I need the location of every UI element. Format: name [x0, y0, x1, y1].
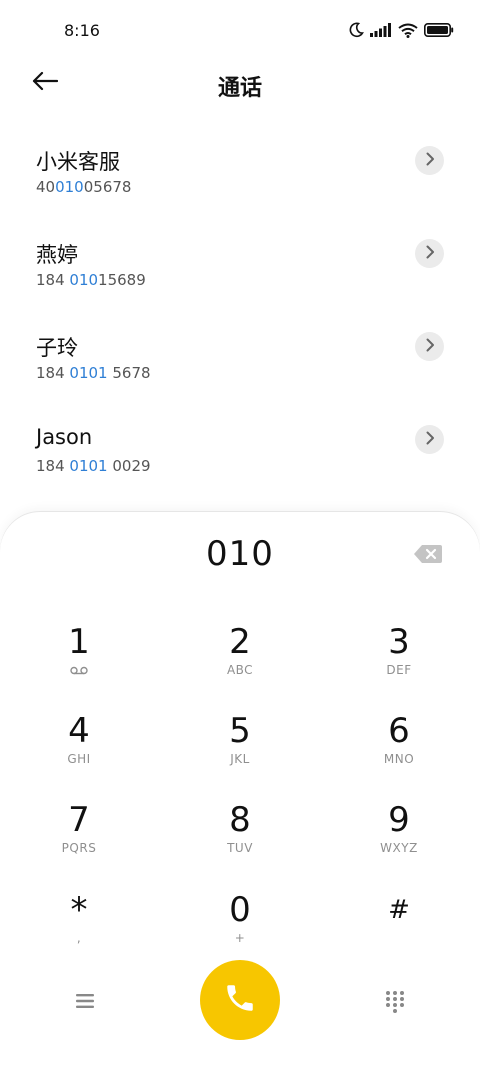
- key-5[interactable]: 5 JKL: [185, 711, 295, 791]
- status-bar: 8:16: [0, 0, 480, 62]
- number-suffix: 5678: [107, 364, 151, 382]
- page-title: 通话: [217, 76, 262, 101]
- key-letters: ,: [76, 931, 82, 945]
- chevron-right-icon: [425, 430, 435, 449]
- contact-item[interactable]: 小米客服 4001005678: [0, 130, 480, 223]
- key-digit: 3: [388, 622, 410, 662]
- key-digit: 2: [229, 622, 251, 662]
- dial-input[interactable]: 010: [0, 534, 480, 574]
- status-time: 8:16: [64, 21, 100, 40]
- key-letters: JKL: [230, 752, 250, 766]
- key-letters: [24, 662, 134, 678]
- key-8[interactable]: 8 TUV: [185, 800, 295, 880]
- number-suffix: 05678: [83, 178, 132, 196]
- key-digit: 5: [229, 711, 251, 751]
- menu-icon: [72, 994, 98, 1018]
- number-suffix: 15689: [98, 271, 146, 289]
- number-match: 0101: [69, 457, 108, 475]
- contact-list: 小米客服 4001005678 燕婷 184 01015689 子玲 184 0…: [0, 130, 480, 502]
- contact-name: 小米客服: [36, 150, 120, 174]
- call-button[interactable]: [200, 960, 280, 1040]
- number-match: 0101: [69, 364, 108, 382]
- key-letters: PQRS: [61, 841, 97, 855]
- key-letters: WXYZ: [380, 841, 418, 855]
- contact-number: 4001005678: [36, 178, 131, 196]
- contact-item[interactable]: 燕婷 184 01015689: [0, 223, 480, 316]
- key-9[interactable]: 9 WXYZ: [344, 800, 454, 880]
- key-letters: DEF: [386, 663, 412, 677]
- status-icons: [348, 22, 454, 38]
- chevron-right-icon: [425, 244, 435, 263]
- contact-number: 184 0101 5678: [36, 364, 151, 382]
- number-match: 010: [69, 271, 99, 289]
- voicemail-icon: [70, 663, 88, 677]
- backspace-button[interactable]: [413, 543, 443, 565]
- key-star[interactable]: * ,: [24, 890, 134, 970]
- contact-number: 184 0101 0029: [36, 457, 151, 475]
- contact-name: 子玲: [36, 336, 78, 360]
- key-digit: 7: [68, 800, 90, 840]
- number-match: 010: [55, 178, 84, 196]
- contact-detail-button[interactable]: [415, 425, 444, 454]
- contact-detail-button[interactable]: [415, 332, 444, 361]
- key-6[interactable]: 6 MNO: [344, 711, 454, 791]
- key-letters: +: [234, 931, 246, 945]
- signal-icon: [370, 23, 392, 37]
- contact-detail-button[interactable]: [415, 239, 444, 268]
- contact-detail-button[interactable]: [415, 146, 444, 175]
- key-2[interactable]: 2 ABC: [185, 622, 295, 702]
- moon-icon: [348, 22, 364, 38]
- phone-icon: [223, 981, 257, 1019]
- key-3[interactable]: 3 DEF: [344, 622, 454, 702]
- contact-name: Jason: [36, 425, 93, 449]
- contact-number: 184 01015689: [36, 271, 146, 289]
- key-1[interactable]: 1: [24, 622, 134, 702]
- dialer-panel: 010 1 2 ABC 3 DEF 4 GHI 5 JKL 6 MNO 7 PQ…: [0, 512, 480, 1066]
- number-prefix: 184: [36, 457, 70, 475]
- number-prefix: 184: [36, 364, 70, 382]
- key-digit: 4: [68, 711, 90, 751]
- key-digit: 6: [388, 711, 410, 751]
- menu-button[interactable]: [72, 988, 98, 1014]
- header: 通话: [0, 62, 480, 104]
- backspace-icon: [413, 545, 443, 569]
- key-digit: 9: [388, 800, 410, 840]
- key-letters: ABC: [226, 663, 254, 677]
- wifi-icon: [398, 23, 418, 38]
- contact-name: 燕婷: [36, 243, 78, 267]
- key-digit: #: [388, 895, 410, 925]
- chevron-right-icon: [425, 151, 435, 170]
- dialpad-icon: [382, 991, 408, 1018]
- number-suffix: 0029: [107, 457, 151, 475]
- key-4[interactable]: 4 GHI: [24, 711, 134, 791]
- key-letters: MNO: [383, 752, 415, 766]
- chevron-right-icon: [425, 337, 435, 356]
- number-prefix: 184: [36, 271, 70, 289]
- dialer-bottom-bar: [0, 960, 480, 1044]
- key-digit: *: [70, 890, 88, 930]
- contact-item[interactable]: 子玲 184 0101 5678: [0, 316, 480, 409]
- key-digit: 0: [229, 890, 251, 930]
- key-digit: 8: [229, 800, 251, 840]
- key-hash[interactable]: #: [344, 890, 454, 970]
- battery-icon: [424, 23, 454, 37]
- key-letters: GHI: [67, 752, 91, 766]
- key-7[interactable]: 7 PQRS: [24, 800, 134, 880]
- key-letters: TUV: [227, 841, 253, 855]
- key-0[interactable]: 0 +: [185, 890, 295, 970]
- contact-item[interactable]: Jason 184 0101 0029: [0, 409, 480, 502]
- keypad-toggle-button[interactable]: [382, 988, 408, 1014]
- key-digit: 1: [68, 622, 90, 662]
- number-prefix: 40: [36, 178, 56, 196]
